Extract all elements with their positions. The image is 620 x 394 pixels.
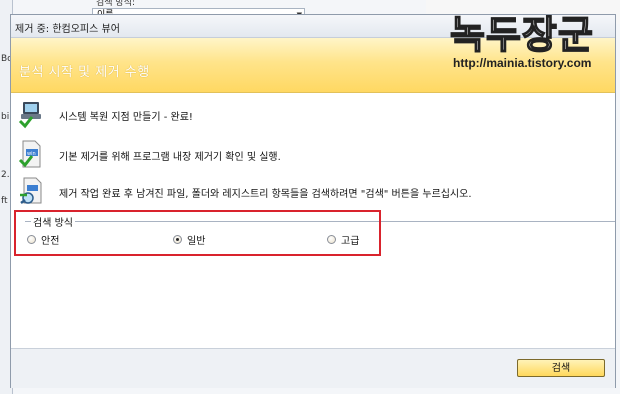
- uninstaller-check-icon: win: [17, 140, 45, 170]
- search-button[interactable]: 검색: [517, 359, 605, 377]
- watermark-title: 녹두장군: [449, 12, 594, 58]
- background-search-mode-label: 검색 방식:: [96, 0, 136, 8]
- background-fragment: ft: [1, 196, 8, 206]
- background-fragment: bi: [1, 112, 10, 122]
- step-scan-leftovers: 제거 작업 완료 후 남겨진 파일, 폴더와 레지스트리 항목들을 검색하려면 …: [15, 177, 595, 207]
- header-title: 분석 시작 및 제거 수행: [19, 65, 150, 80]
- restore-point-check-icon: [17, 100, 45, 130]
- annotation-highlight-box: [14, 210, 381, 256]
- step-restore-point: 시스템 복원 지점 만들기 - 완료!: [15, 100, 595, 130]
- dialog-footer: 검색: [11, 348, 615, 388]
- scan-leftovers-icon: [17, 177, 45, 207]
- watermark-url: http://mainia.tistory.com: [453, 56, 592, 70]
- step-text: 제거 작업 완료 후 남겨진 파일, 폴더와 레지스트리 항목들을 검색하려면 …: [59, 189, 472, 200]
- step-text: 시스템 복원 지점 만들기 - 완료!: [59, 112, 193, 123]
- watermark: 녹두장군 http://mainia.tistory.com: [449, 4, 620, 76]
- step-text: 기본 제거를 위해 프로그램 내장 제거기 확인 및 실행.: [59, 152, 281, 163]
- step-builtin-uninstaller: win 기본 제거를 위해 프로그램 내장 제거기 확인 및 실행.: [15, 140, 595, 170]
- dialog-title: 제거 중: 한컴오피스 뷰어: [15, 24, 120, 35]
